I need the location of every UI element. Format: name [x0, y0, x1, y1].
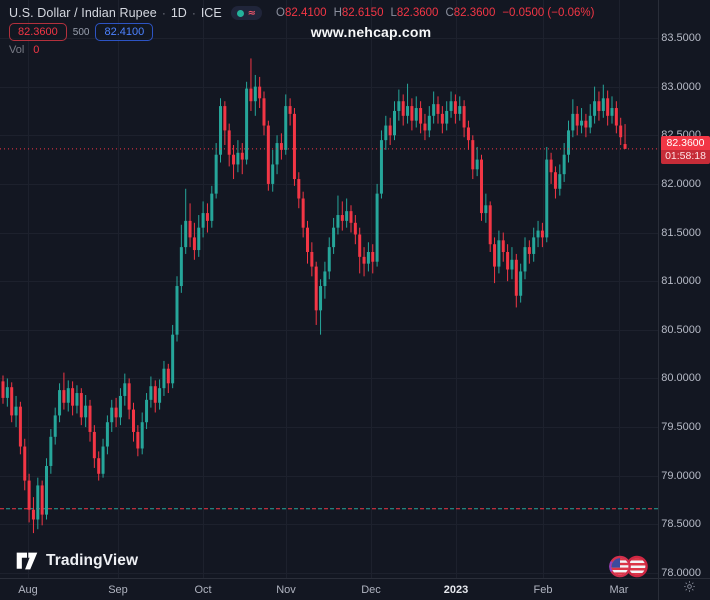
- candlestick-plot-pane[interactable]: [0, 0, 710, 600]
- delayed-data-icon: ≈: [247, 7, 257, 19]
- high-value: 82.6150: [341, 7, 384, 19]
- market-open-dot-icon: [236, 9, 244, 17]
- tradingview-logo[interactable]: TradingView: [16, 552, 138, 570]
- time-tick-label: 2023: [443, 584, 469, 596]
- price-tick-label: 80.0000: [661, 372, 701, 385]
- close-label: C: [445, 7, 454, 19]
- price-tick-label: 81.5000: [661, 226, 701, 239]
- price-tick-label: 79.5000: [661, 421, 701, 434]
- high-label: H: [333, 7, 342, 19]
- ohlc-readout: O82.4100 H82.6150 L82.3600 C82.3600 −0.0…: [276, 7, 594, 19]
- time-tick-label: Feb: [533, 584, 553, 596]
- volume-row: Vol 0: [9, 44, 39, 56]
- quote-buttons: 82.3600 500 82.4100: [9, 23, 154, 41]
- time-tick-label: Oct: [194, 584, 212, 596]
- time-tick-label: Nov: [276, 584, 296, 596]
- tradingview-logo-text: TradingView: [46, 552, 139, 569]
- price-tick-label: 78.5000: [661, 518, 701, 531]
- market-status-pill[interactable]: ≈: [230, 6, 263, 20]
- open-value: 82.4100: [285, 7, 327, 19]
- current-price-tag: 82.3600 01:58:18: [661, 135, 710, 164]
- volume-label: Vol: [9, 44, 25, 56]
- timeframe-label[interactable]: 1D: [171, 6, 187, 20]
- symbol-header: U.S. Dollar / Indian Rupee · 1D · ICE ≈ …: [9, 6, 594, 20]
- us-flag-icon: [609, 555, 631, 578]
- spread-value: 500: [72, 26, 90, 38]
- chart-root: U.S. Dollar / Indian Rupee · 1D · ICE ≈ …: [0, 0, 710, 600]
- time-tick-label: Dec: [361, 584, 381, 596]
- watermark-text: www.nehcap.com: [310, 24, 432, 40]
- change-value: −0.0500 (−0.06%): [502, 7, 595, 19]
- price-tick-label: 83.0000: [661, 80, 701, 93]
- close-value: 82.3600: [453, 7, 496, 19]
- price-tick-label: 80.5000: [661, 323, 701, 336]
- price-tick-label: 82.0000: [661, 177, 701, 190]
- price-tick-label: 83.5000: [661, 32, 701, 44]
- time-tick-label: Mar: [609, 584, 629, 596]
- pair-flags-icon: [606, 553, 652, 585]
- time-tick-label: Aug: [18, 584, 38, 596]
- price-scale-settings-gear-icon[interactable]: [683, 580, 696, 598]
- buy-button[interactable]: 82.4100: [95, 23, 154, 41]
- price-tick-label: 81.0000: [661, 275, 701, 288]
- price-tick-label: 79.0000: [661, 469, 701, 482]
- current-price-value: 82.3600: [666, 136, 705, 149]
- title-separator: ·: [191, 6, 196, 20]
- low-value: 82.3600: [396, 7, 439, 19]
- exchange-label: ICE: [200, 6, 222, 20]
- time-tick-label: Sep: [108, 584, 128, 596]
- open-label: O: [276, 7, 285, 19]
- volume-value: 0: [33, 44, 40, 56]
- price-tick-label: 78.0000: [661, 566, 701, 579]
- bar-countdown: 01:58:18: [661, 149, 710, 164]
- symbol-title[interactable]: U.S. Dollar / Indian Rupee: [9, 6, 157, 20]
- tradingview-logo-icon: [16, 552, 38, 570]
- title-separator: ·: [161, 6, 166, 20]
- sell-button[interactable]: 82.3600: [9, 23, 67, 41]
